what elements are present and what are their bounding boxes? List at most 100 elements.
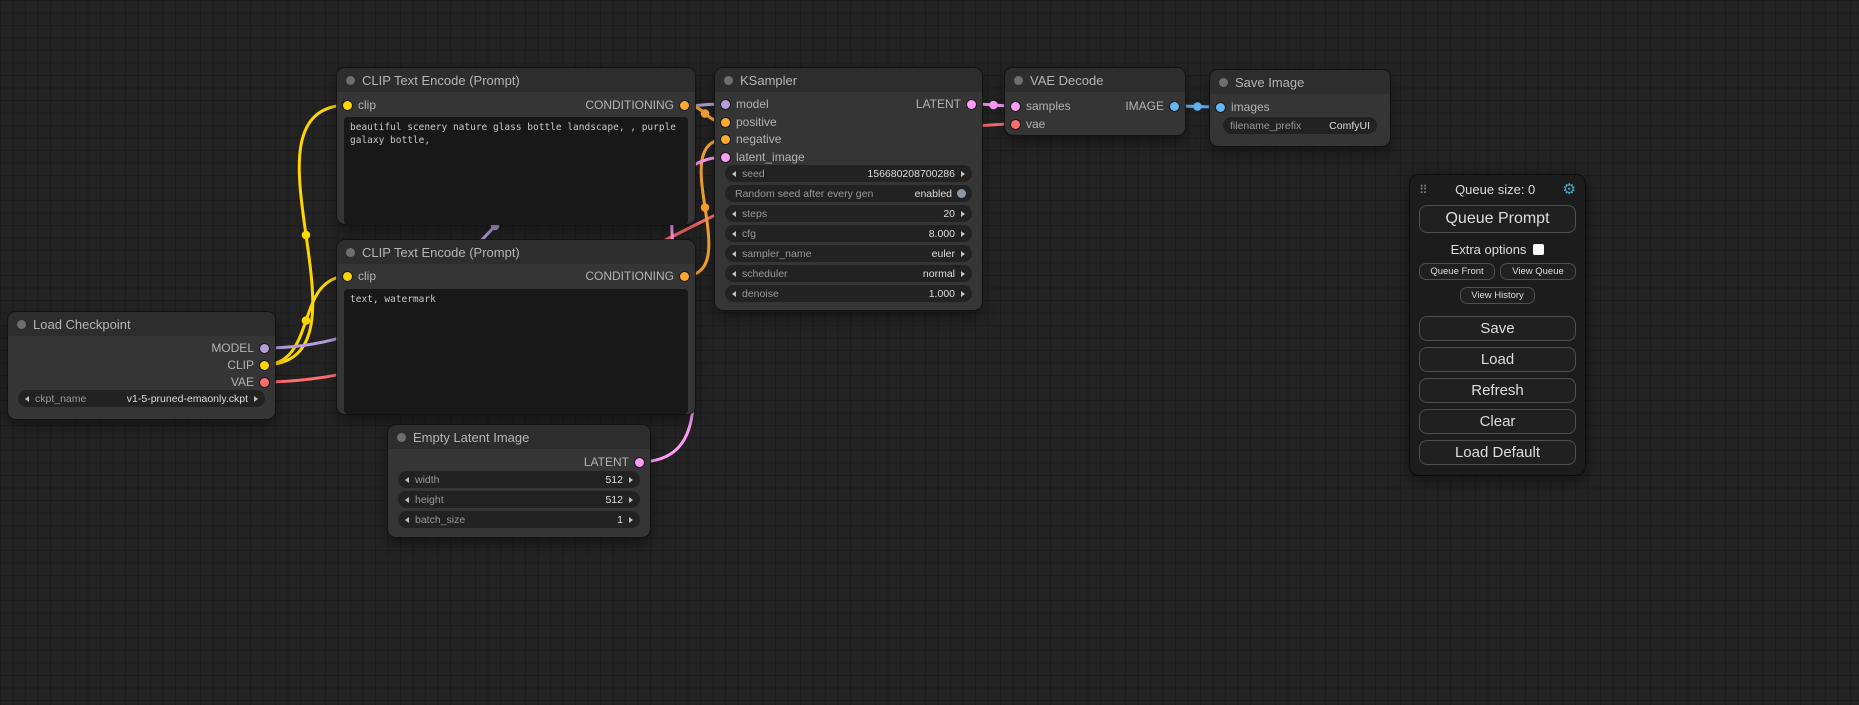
output-slot-conditioning: CONDITIONING: [585, 268, 689, 284]
node-title-bar[interactable]: KSampler: [715, 68, 982, 92]
widget-denoise[interactable]: denoise 1.000: [726, 286, 971, 301]
output-dot-conditioning[interactable]: [680, 272, 689, 281]
widget-increment-arrow-icon[interactable]: [629, 517, 633, 523]
input-dot-model[interactable]: [721, 100, 730, 109]
slot-label: clip: [358, 269, 376, 283]
input-slot-samples: samples: [1011, 98, 1071, 114]
graph-canvas[interactable]: Load Checkpoint MODEL CLIP VAE ckpt_name…: [0, 0, 1859, 705]
prompt-textarea[interactable]: beautiful scenery nature glass bottle la…: [344, 117, 688, 225]
link-midpoint-dot: [302, 316, 311, 325]
widget-increment-arrow-icon[interactable]: [961, 171, 965, 177]
node-ksampler[interactable]: KSampler model positive negative latent_…: [715, 68, 982, 310]
widget-value: 512: [605, 494, 629, 506]
node-title: VAE Decode: [1030, 73, 1103, 88]
collapse-dot-icon[interactable]: [1014, 76, 1023, 85]
node-title-bar[interactable]: Save Image: [1210, 70, 1390, 94]
node-title-bar[interactable]: CLIP Text Encode (Prompt): [337, 240, 695, 264]
refresh-button[interactable]: Refresh: [1419, 378, 1576, 403]
node-title-bar[interactable]: Load Checkpoint: [8, 312, 275, 336]
widget-increment-arrow-icon[interactable]: [961, 211, 965, 217]
widget-label: scheduler: [736, 268, 788, 280]
node-save-image[interactable]: Save Image images filename_prefix ComfyU…: [1210, 70, 1390, 146]
output-slot-vae: VAE: [231, 374, 269, 390]
node-empty-latent-image[interactable]: Empty Latent Image LATENT width 512 heig…: [388, 425, 650, 537]
extra-options-checkbox[interactable]: [1533, 244, 1544, 255]
node-clip-text-encode-negative[interactable]: CLIP Text Encode (Prompt) clip CONDITION…: [337, 240, 695, 414]
output-dot-latent[interactable]: [635, 458, 644, 467]
widget-label: batch_size: [409, 514, 465, 526]
input-dot-negative[interactable]: [721, 135, 730, 144]
widget-random-seed-toggle[interactable]: Random seed after every gen enabled: [726, 186, 971, 201]
widget-value: 20: [943, 208, 961, 220]
input-dot-images[interactable]: [1216, 103, 1225, 112]
collapse-dot-icon[interactable]: [17, 320, 26, 329]
widget-label: filename_prefix: [1224, 120, 1301, 132]
output-dot-conditioning[interactable]: [680, 101, 689, 110]
widget-increment-arrow-icon[interactable]: [961, 291, 965, 297]
widget-increment-arrow-icon[interactable]: [254, 396, 258, 402]
slot-label: latent_image: [736, 150, 805, 164]
node-clip-text-encode-positive[interactable]: CLIP Text Encode (Prompt) clip CONDITION…: [337, 68, 695, 224]
widget-increment-arrow-icon[interactable]: [961, 231, 965, 237]
widget-increment-arrow-icon[interactable]: [961, 271, 965, 277]
slot-label: CONDITIONING: [585, 98, 674, 112]
menu-drag-handle-icon[interactable]: ⠿: [1419, 183, 1428, 197]
widget-increment-arrow-icon[interactable]: [961, 251, 965, 257]
input-dot-positive[interactable]: [721, 118, 730, 127]
widget-ckpt-name[interactable]: ckpt_name v1-5-pruned-emaonly.ckpt: [19, 391, 264, 406]
link-midpoint-dot: [302, 231, 311, 240]
settings-gear-icon[interactable]: ⚙: [1563, 182, 1576, 197]
input-slot-vae: vae: [1011, 116, 1045, 132]
collapse-dot-icon[interactable]: [1219, 78, 1228, 87]
prompt-textarea[interactable]: text, watermark: [344, 289, 688, 414]
widget-scheduler[interactable]: scheduler normal: [726, 266, 971, 281]
widget-label: ckpt_name: [29, 393, 86, 405]
load-button[interactable]: Load: [1419, 347, 1576, 372]
widget-filename-prefix[interactable]: filename_prefix ComfyUI: [1224, 118, 1376, 133]
output-dot-latent[interactable]: [967, 100, 976, 109]
collapse-dot-icon[interactable]: [346, 248, 355, 257]
link-midpoint-dot: [1193, 102, 1202, 111]
widget-height[interactable]: height 512: [399, 492, 639, 507]
widget-increment-arrow-icon[interactable]: [629, 497, 633, 503]
node-load-checkpoint[interactable]: Load Checkpoint MODEL CLIP VAE ckpt_name…: [8, 312, 275, 419]
collapse-dot-icon[interactable]: [724, 76, 733, 85]
widget-sampler-name[interactable]: sampler_name euler: [726, 246, 971, 261]
output-slot-conditioning: CONDITIONING: [585, 97, 689, 113]
node-title-bar[interactable]: Empty Latent Image: [388, 425, 650, 449]
load-default-button[interactable]: Load Default: [1419, 440, 1576, 465]
output-dot-vae[interactable]: [260, 378, 269, 387]
queue-buttons-row: Queue Front View Queue: [1419, 263, 1576, 280]
view-history-row: View History: [1419, 285, 1576, 304]
widget-seed[interactable]: seed 156680208700286: [726, 166, 971, 181]
output-dot-model[interactable]: [260, 344, 269, 353]
collapse-dot-icon[interactable]: [346, 76, 355, 85]
view-queue-button[interactable]: View Queue: [1500, 263, 1576, 280]
widget-label: Random seed after every gen: [726, 188, 873, 200]
input-slot-negative: negative: [721, 131, 781, 147]
widget-cfg[interactable]: cfg 8.000: [726, 226, 971, 241]
input-dot-samples[interactable]: [1011, 102, 1020, 111]
node-title-bar[interactable]: VAE Decode: [1005, 68, 1185, 92]
view-history-button[interactable]: View History: [1460, 287, 1535, 304]
queue-front-button[interactable]: Queue Front: [1419, 263, 1495, 280]
node-title-bar[interactable]: CLIP Text Encode (Prompt): [337, 68, 695, 92]
input-dot-clip[interactable]: [343, 272, 352, 281]
widget-increment-arrow-icon[interactable]: [629, 477, 633, 483]
input-dot-vae[interactable]: [1011, 120, 1020, 129]
node-vae-decode[interactable]: VAE Decode samples vae IMAGE: [1005, 68, 1185, 135]
input-dot-latent-image[interactable]: [721, 153, 730, 162]
widget-steps[interactable]: steps 20: [726, 206, 971, 221]
output-dot-clip[interactable]: [260, 361, 269, 370]
slot-label: CONDITIONING: [585, 269, 674, 283]
output-dot-image[interactable]: [1170, 102, 1179, 111]
queue-prompt-button[interactable]: Queue Prompt: [1419, 205, 1576, 233]
widget-batch-size[interactable]: batch_size 1: [399, 512, 639, 527]
clear-button[interactable]: Clear: [1419, 409, 1576, 434]
input-dot-clip[interactable]: [343, 101, 352, 110]
widget-width[interactable]: width 512: [399, 472, 639, 487]
toggle-on-indicator-icon[interactable]: [957, 189, 966, 198]
widget-label: steps: [736, 208, 767, 220]
collapse-dot-icon[interactable]: [397, 433, 406, 442]
save-button[interactable]: Save: [1419, 316, 1576, 341]
